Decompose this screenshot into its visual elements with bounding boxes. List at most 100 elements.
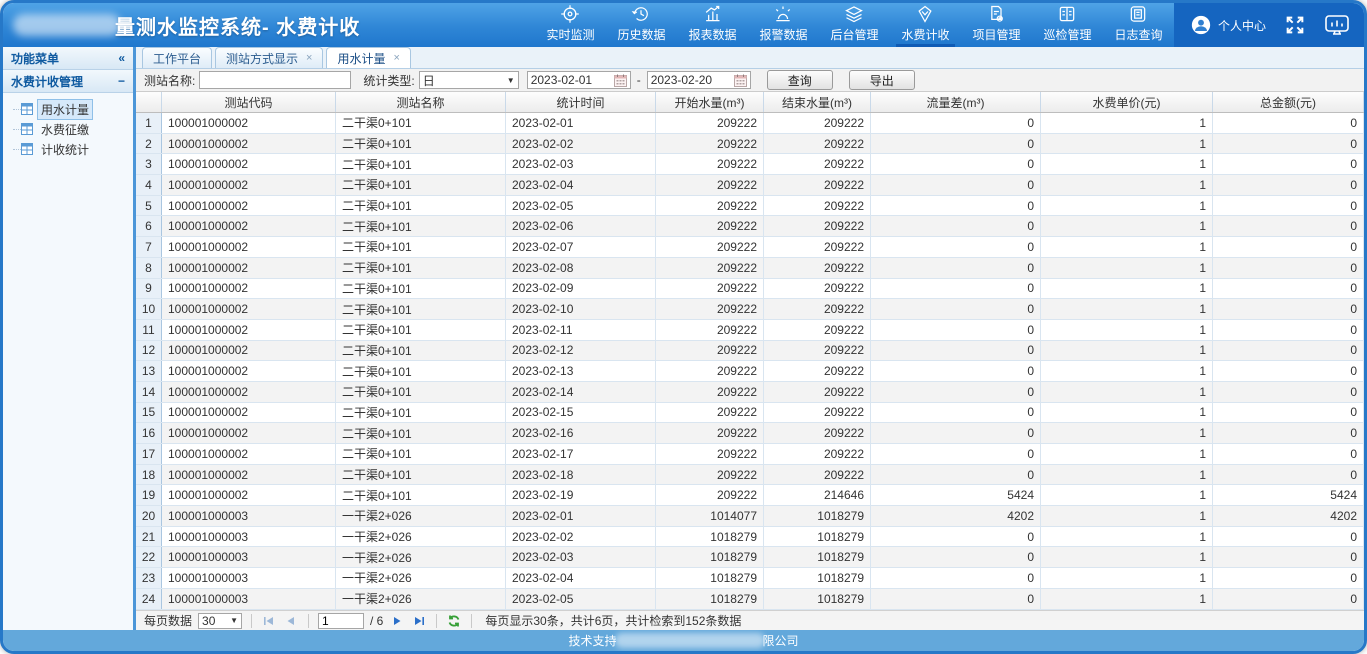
table-row[interactable]: 6 100001000002 二干渠0+101 2023-02-06 20922… [136,216,1364,237]
date-to-field[interactable]: 2023-02-20 [647,71,751,89]
calendar-icon[interactable] [614,74,627,87]
nav-item-backend[interactable]: 后台管理 [819,3,890,47]
table-row[interactable]: 1 100001000002 二干渠0+101 2023-02-01 20922… [136,113,1364,134]
query-button[interactable]: 查询 [767,70,833,90]
cell-station-name: 二干渠0+101 [336,361,506,381]
refresh-button[interactable] [446,613,462,629]
cell-stat-time: 2023-02-03 [506,547,656,567]
prev-page-button[interactable] [283,613,299,629]
sidebar-item-water-metering[interactable]: 用水计量 [13,99,133,119]
chevron-down-icon: ▼ [507,76,515,85]
cell-row-number: 22 [136,547,162,567]
sidebar-group-header[interactable]: 水费计收管理 − [3,70,133,93]
table-row[interactable]: 18 100001000002 二干渠0+101 2023-02-18 2092… [136,465,1364,486]
dashboard-monitor-icon[interactable] [1324,13,1350,37]
cell-stat-time: 2023-02-05 [506,196,656,216]
nav-item-report[interactable]: 报表数据 [677,3,748,47]
nav-item-inspection[interactable]: 巡检管理 [1032,3,1103,47]
table-row[interactable]: 7 100001000002 二干渠0+101 2023-02-07 20922… [136,237,1364,258]
table-row[interactable]: 16 100001000002 二干渠0+101 2023-02-16 2092… [136,423,1364,444]
divider [308,614,309,628]
table-row[interactable]: 5 100001000002 二干渠0+101 2023-02-05 20922… [136,196,1364,217]
nav-item-log[interactable]: 日志查询 [1103,3,1174,47]
first-page-button[interactable] [261,613,277,629]
header-station-name[interactable]: 测站名称 [336,92,506,112]
table-row[interactable]: 3 100001000002 二干渠0+101 2023-02-03 20922… [136,154,1364,175]
page-size-select[interactable]: 30 ▼ [198,613,242,629]
table-row[interactable]: 23 100001000003 一干渠2+026 2023-02-04 1018… [136,568,1364,589]
nav-item-realtime[interactable]: 实时监测 [535,3,606,47]
cell-end-volume: 209222 [764,196,871,216]
header-end-volume[interactable]: 结束水量(m³) [764,92,871,112]
sidebar-group-collapse-button[interactable]: − [118,74,125,88]
last-page-button[interactable] [411,613,427,629]
table-row[interactable]: 17 100001000002 二干渠0+101 2023-02-17 2092… [136,444,1364,465]
water-fee-icon [915,4,935,24]
cell-total-amount: 0 [1213,361,1364,381]
cell-end-volume: 209222 [764,341,871,361]
export-button[interactable]: 导出 [849,70,915,90]
cell-row-number: 11 [136,320,162,340]
pagination-bar: 每页数据 30 ▼ / 6 每页显示30条，共计6页，共计检索到152条数据 [136,610,1364,630]
cell-station-name: 二干渠0+101 [336,444,506,464]
cell-station-code: 100001000002 [162,361,336,381]
user-center-button[interactable]: 个人中心 [1190,14,1266,36]
table-row[interactable]: 20 100001000003 一干渠2+026 2023-02-01 1014… [136,506,1364,527]
table-row[interactable]: 14 100001000002 二干渠0+101 2023-02-14 2092… [136,382,1364,403]
cell-station-name: 二干渠0+101 [336,382,506,402]
table-row[interactable]: 11 100001000002 二干渠0+101 2023-02-11 2092… [136,320,1364,341]
divider [436,614,437,628]
tab-close-icon[interactable]: × [306,53,312,64]
table-row[interactable]: 8 100001000002 二干渠0+101 2023-02-08 20922… [136,258,1364,279]
sidebar-collapse-button[interactable]: « [118,51,125,65]
cell-start-volume: 209222 [656,299,764,319]
next-page-button[interactable] [389,613,405,629]
tab-water-metering[interactable]: 用水计量 × [326,47,410,68]
page-number-input[interactable] [318,613,364,629]
stat-type-select[interactable]: 日 ▼ [419,71,519,89]
cell-station-name: 二干渠0+101 [336,134,506,154]
nav-item-history[interactable]: 历史数据 [606,3,677,47]
cell-total-amount: 0 [1213,341,1364,361]
header-unit-price[interactable]: 水费单价(元) [1041,92,1213,112]
cell-start-volume: 209222 [656,113,764,133]
nav-item-project[interactable]: 项目管理 [961,3,1032,47]
cell-stat-time: 2023-02-04 [506,175,656,195]
cell-stat-time: 2023-02-09 [506,279,656,299]
table-row[interactable]: 19 100001000002 二干渠0+101 2023-02-19 2092… [136,485,1364,506]
cell-station-name: 一干渠2+026 [336,527,506,547]
table-row[interactable]: 4 100001000002 二干渠0+101 2023-02-04 20922… [136,175,1364,196]
header-start-volume[interactable]: 开始水量(m³) [656,92,764,112]
tab-station-display[interactable]: 测站方式显示 × [215,47,323,68]
fullscreen-icon[interactable] [1284,14,1306,36]
table-row[interactable]: 24 100001000003 一干渠2+026 2023-02-05 1018… [136,589,1364,610]
table-row[interactable]: 15 100001000002 二干渠0+101 2023-02-15 2092… [136,403,1364,424]
table-row[interactable]: 12 100001000002 二干渠0+101 2023-02-12 2092… [136,341,1364,362]
sidebar-item-fee-collection[interactable]: 水费征缴 [13,119,133,139]
table-row[interactable]: 9 100001000002 二干渠0+101 2023-02-09 20922… [136,279,1364,300]
nav-item-water-fee[interactable]: 水费计收 [890,3,961,47]
cell-row-number: 7 [136,237,162,257]
date-from-field[interactable]: 2023-02-01 [527,71,631,89]
header-stat-time[interactable]: 统计时间 [506,92,656,112]
cell-unit-price: 1 [1041,320,1213,340]
table-row[interactable]: 13 100001000002 二干渠0+101 2023-02-13 2092… [136,361,1364,382]
table-row[interactable]: 22 100001000003 一干渠2+026 2023-02-03 1018… [136,547,1364,568]
table-row[interactable]: 21 100001000003 一干渠2+026 2023-02-02 1018… [136,527,1364,548]
cell-start-volume: 209222 [656,320,764,340]
nav-item-alarm[interactable]: 报警数据 [748,3,819,47]
calendar-icon[interactable] [734,74,747,87]
tab-close-icon[interactable]: × [393,53,399,64]
tab-workbench[interactable]: 工作平台 [142,47,212,68]
station-name-input[interactable] [203,72,347,88]
user-panel: 个人中心 [1174,3,1364,47]
header-flow-diff[interactable]: 流量差(m³) [871,92,1041,112]
header-total-amount[interactable]: 总金额(元) [1213,92,1364,112]
header-station-code[interactable]: 测站代码 [162,92,336,112]
tab-label: 测站方式显示 [226,50,298,67]
nav-label: 后台管理 [830,26,878,43]
table-row[interactable]: 2 100001000002 二干渠0+101 2023-02-02 20922… [136,134,1364,155]
sidebar-item-collection-stats[interactable]: 计收统计 [13,139,133,159]
table-row[interactable]: 10 100001000002 二干渠0+101 2023-02-10 2092… [136,299,1364,320]
cell-total-amount: 0 [1213,196,1364,216]
